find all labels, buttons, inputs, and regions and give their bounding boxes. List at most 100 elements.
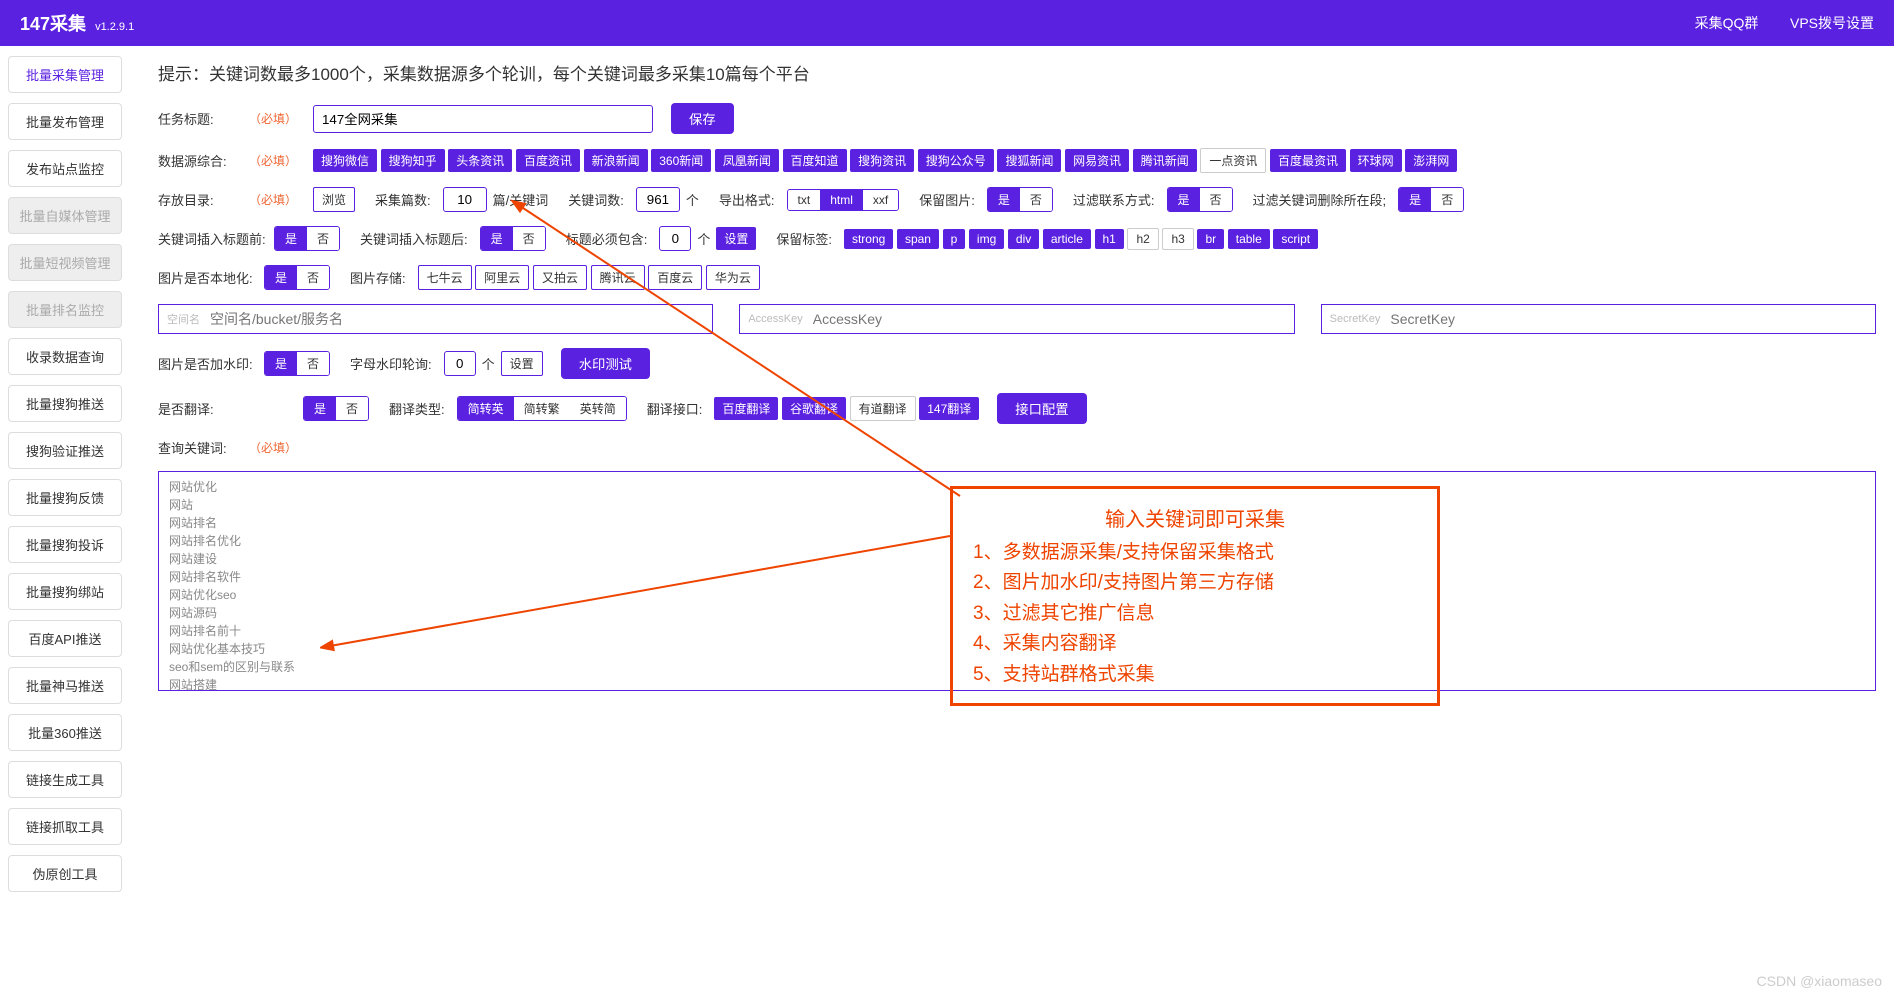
sidebar-item-13[interactable]: 批量神马推送 (8, 667, 122, 704)
keep-tag[interactable]: div (1008, 229, 1039, 249)
img-local-label: 图片是否本地化: (158, 268, 258, 287)
main-content: 提示：关键词数最多1000个，采集数据源多个轮训，每个关键词最多采集10篇每个平… (130, 46, 1894, 902)
keywords-textarea[interactable]: 网站优化 网站 网站排名 网站排名优化 网站建设 网站排名软件 网站优化seo … (158, 471, 1876, 691)
keep-tag[interactable]: p (943, 229, 966, 249)
sidebar-item-12[interactable]: 百度API推送 (8, 620, 122, 657)
trans-type-opt[interactable]: 简转英 (458, 397, 514, 420)
export-opt[interactable]: xxf (863, 190, 898, 210)
kw-count-input[interactable] (636, 187, 680, 212)
sidebar-item-16[interactable]: 链接抓取工具 (8, 808, 122, 845)
source-tag[interactable]: 百度资讯 (516, 149, 580, 172)
keep-img-toggle[interactable]: 是否 (987, 187, 1053, 212)
trans-api-opt[interactable]: 百度翻译 (714, 397, 778, 420)
trans-api-opt[interactable]: 谷歌翻译 (782, 397, 846, 420)
export-opt[interactable]: txt (788, 190, 821, 210)
space-name-input[interactable] (210, 311, 704, 327)
secret-key-field[interactable]: SecretKey (1321, 304, 1876, 334)
img-store-opt[interactable]: 阿里云 (475, 265, 529, 290)
set-button[interactable]: 设置 (716, 227, 756, 250)
keep-tag[interactable]: img (969, 229, 1004, 249)
keep-tag[interactable]: span (897, 229, 939, 249)
source-tag[interactable]: 搜狗资讯 (850, 149, 914, 172)
source-tag[interactable]: 搜狐新闻 (997, 149, 1061, 172)
sidebar-item-14[interactable]: 批量360推送 (8, 714, 122, 751)
watermark-test-button[interactable]: 水印测试 (561, 348, 650, 379)
sidebar-item-15[interactable]: 链接生成工具 (8, 761, 122, 798)
sidebar-item-17[interactable]: 伪原创工具 (8, 855, 122, 892)
trans-toggle[interactable]: 是否 (303, 396, 369, 421)
export-toggle[interactable]: txthtmlxxf (787, 189, 900, 211)
space-name-field[interactable]: 空间名 (158, 304, 713, 334)
source-tag[interactable]: 搜狗微信 (313, 149, 377, 172)
link-vps-settings[interactable]: VPS拨号设置 (1790, 15, 1874, 31)
source-tag[interactable]: 网易资讯 (1065, 149, 1129, 172)
watermark-toggle[interactable]: 是否 (264, 351, 330, 376)
source-tag[interactable]: 腾讯新闻 (1133, 149, 1197, 172)
sidebar-item-0[interactable]: 批量采集管理 (8, 56, 122, 93)
keep-tag[interactable]: table (1228, 229, 1270, 249)
count-input[interactable] (443, 187, 487, 212)
img-store-opt[interactable]: 腾讯云 (591, 265, 645, 290)
api-config-button[interactable]: 接口配置 (997, 393, 1086, 424)
source-tag[interactable]: 澎湃网 (1405, 149, 1457, 172)
must-contain-input[interactable] (659, 226, 691, 251)
img-store-opt[interactable]: 百度云 (648, 265, 702, 290)
source-tag[interactable]: 头条资讯 (448, 149, 512, 172)
source-tag[interactable]: 搜狗公众号 (918, 149, 994, 172)
alpha-input[interactable] (444, 351, 476, 376)
keep-tag[interactable]: br (1197, 229, 1224, 249)
img-store-opt[interactable]: 又拍云 (533, 265, 587, 290)
img-store-opt[interactable]: 华为云 (706, 265, 760, 290)
sidebar-item-8[interactable]: 搜狗验证推送 (8, 432, 122, 469)
keep-tag[interactable]: h1 (1095, 229, 1124, 249)
alpha-set-button[interactable]: 设置 (501, 351, 543, 376)
sidebar-item-9[interactable]: 批量搜狗反馈 (8, 479, 122, 516)
keep-tag[interactable]: h2 (1127, 228, 1158, 250)
trans-api-opt[interactable]: 147翻译 (919, 397, 979, 420)
task-title-input[interactable] (313, 105, 653, 133)
no-opt[interactable]: 否 (1020, 188, 1052, 211)
sidebar-item-5: 批量排名监控 (8, 291, 122, 328)
trans-type-opt[interactable]: 简转繁 (514, 397, 570, 420)
source-tag[interactable]: 新浪新闻 (584, 149, 648, 172)
keep-tag[interactable]: h3 (1162, 228, 1193, 250)
secret-key-input[interactable] (1390, 311, 1867, 327)
sidebar-item-1[interactable]: 批量发布管理 (8, 103, 122, 140)
kw-count-label: 关键词数: (568, 190, 624, 209)
browse-button[interactable]: 浏览 (313, 187, 355, 212)
keep-tag-label: 保留标签: (776, 229, 832, 248)
trans-type-opt[interactable]: 英转简 (570, 397, 626, 420)
source-tag[interactable]: 凤凰新闻 (715, 149, 779, 172)
sidebar-item-6[interactable]: 收录数据查询 (8, 338, 122, 375)
insert-before-toggle[interactable]: 是否 (274, 226, 340, 251)
filter-kw-del-toggle[interactable]: 是否 (1398, 187, 1464, 212)
sidebar-item-11[interactable]: 批量搜狗绑站 (8, 573, 122, 610)
source-tag[interactable]: 百度最资讯 (1270, 149, 1346, 172)
space-name-ph: 空间名 (167, 311, 200, 327)
keep-tag[interactable]: article (1043, 229, 1091, 249)
keep-tag[interactable]: strong (844, 229, 893, 249)
access-key-input[interactable] (813, 311, 1286, 327)
app-name: 147采集 (20, 14, 86, 34)
img-store-opt[interactable]: 七牛云 (418, 265, 472, 290)
sidebar-item-2[interactable]: 发布站点监控 (8, 150, 122, 187)
source-tag[interactable]: 一点资讯 (1200, 148, 1266, 173)
sidebar-item-7[interactable]: 批量搜狗推送 (8, 385, 122, 422)
img-local-toggle[interactable]: 是否 (264, 265, 330, 290)
trans-api-opt[interactable]: 有道翻译 (850, 396, 916, 421)
insert-after-toggle[interactable]: 是否 (480, 226, 546, 251)
yes-opt[interactable]: 是 (988, 188, 1020, 211)
page-watermark: CSDN @xiaomaseo (1757, 973, 1882, 989)
access-key-field[interactable]: AccessKey (739, 304, 1294, 334)
source-tag[interactable]: 搜狗知乎 (381, 149, 445, 172)
filter-contact-toggle[interactable]: 是否 (1167, 187, 1233, 212)
save-button[interactable]: 保存 (671, 103, 734, 134)
source-tag[interactable]: 百度知道 (783, 149, 847, 172)
export-opt[interactable]: html (820, 190, 863, 210)
source-tag[interactable]: 360新闻 (651, 149, 711, 172)
keep-tag[interactable]: script (1273, 229, 1318, 249)
sidebar-item-10[interactable]: 批量搜狗投诉 (8, 526, 122, 563)
trans-type-toggle[interactable]: 简转英简转繁英转简 (457, 396, 627, 421)
source-tag[interactable]: 环球网 (1350, 149, 1402, 172)
link-qq-group[interactable]: 采集QQ群 (1695, 15, 1759, 31)
